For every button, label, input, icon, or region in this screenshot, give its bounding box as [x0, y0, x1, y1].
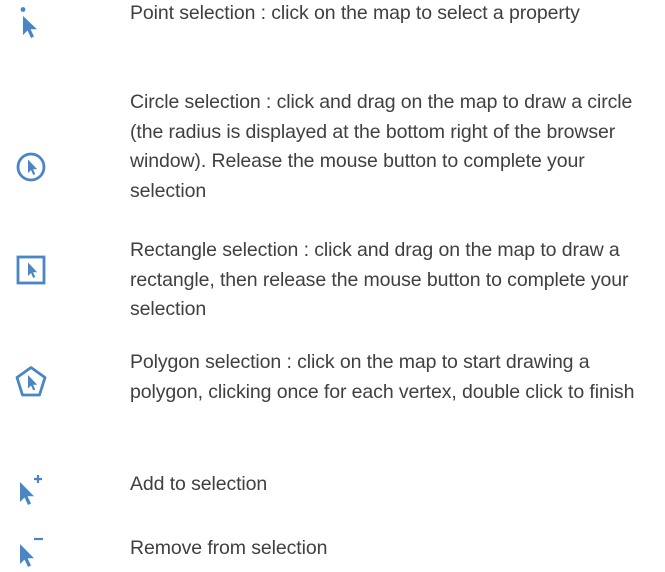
circle-selection-icon — [12, 148, 50, 186]
legend-text-rectangle-selection: Rectangle selection : click and drag on … — [130, 239, 629, 320]
rectangle-selection-icon — [12, 251, 50, 289]
add-to-selection-icon — [12, 470, 50, 508]
legend-text-circle-selection: Circle selection : click and drag on the… — [130, 91, 633, 202]
selection-tools-legend: Point selection : click on the map to se… — [0, 0, 665, 572]
legend-text-remove-from-selection: Remove from selection — [130, 537, 328, 559]
point-selection-icon — [12, 4, 50, 42]
legend-text-add-to-selection: Add to selection — [130, 473, 268, 495]
remove-from-selection-icon — [12, 530, 50, 568]
legend-text-polygon-selection: Polygon selection : click on the map to … — [130, 351, 635, 403]
legend-text-point-selection: Point selection : click on the map to se… — [130, 2, 580, 24]
polygon-selection-icon — [12, 363, 50, 401]
